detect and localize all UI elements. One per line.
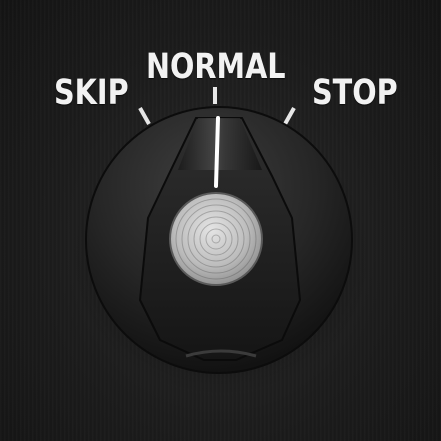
- rotary-knob[interactable]: [0, 0, 441, 441]
- tick-mark-stop: [283, 107, 296, 125]
- tick-mark-skip: [138, 107, 151, 125]
- knob-pointer-indicator: [214, 116, 220, 188]
- brushed-metal-cap-icon: [169, 192, 263, 286]
- tick-mark-normal: [213, 87, 217, 104]
- control-panel: SKIP NORMAL STOP: [0, 0, 441, 441]
